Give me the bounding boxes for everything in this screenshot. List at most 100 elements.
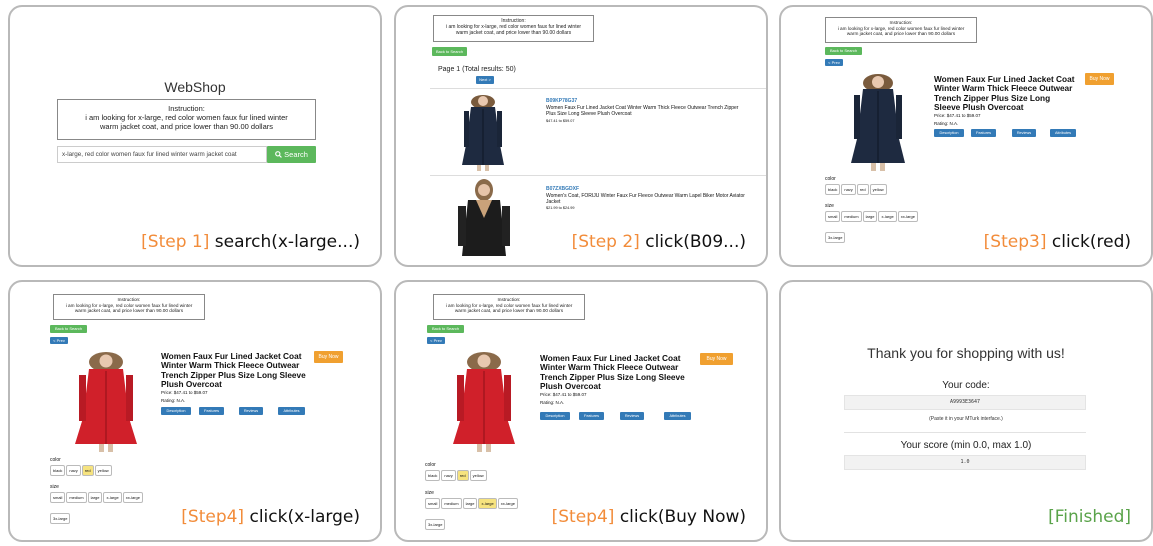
size-option-x-large[interactable]: x-large: [478, 498, 497, 509]
color-option-navy[interactable]: navy: [841, 184, 856, 195]
tab-reviews[interactable]: Reviews: [239, 407, 263, 415]
product-title: Women Faux Fur Lined Jacket Coat Winter …: [934, 74, 1075, 112]
color-options: black navy red yellow: [825, 184, 1015, 202]
step-tag: [Step4]: [551, 507, 615, 527]
tab-attributes[interactable]: Attributes: [278, 407, 305, 415]
code-label: Your code:: [942, 380, 990, 391]
size-option-3x-large[interactable]: 3x-large: [425, 519, 446, 530]
panel-step4-buy: Instruction: i am looking for x-large, r…: [394, 280, 768, 542]
page-info: Page 1 (Total results: 50): [438, 66, 516, 73]
color-option-red[interactable]: red: [81, 465, 94, 476]
color-option-red[interactable]: red: [456, 470, 469, 481]
tab-attributes[interactable]: Attributes: [664, 412, 691, 420]
result-asin-link[interactable]: B09KP78G37: [546, 98, 577, 104]
step-caption: [Step4] click(x-large): [181, 507, 360, 527]
color-option-yellow[interactable]: yellow: [469, 470, 487, 481]
prev-button[interactable]: < Prev: [825, 59, 843, 66]
result-asin-link[interactable]: B07ZXBGDXF: [546, 186, 579, 192]
magnifier-icon: [275, 151, 282, 158]
result-title: Women's Coat, FORIJU Winter Faux Fur Fle…: [546, 193, 745, 205]
thank-you-heading: Thank you for shopping with us!: [867, 345, 1065, 361]
result-price: $21.99 to $24.99: [546, 206, 575, 210]
tab-reviews[interactable]: Reviews: [620, 412, 644, 420]
tab-description[interactable]: Description: [161, 407, 191, 415]
size-option-medium[interactable]: medium: [841, 211, 862, 222]
size-options: small medium large x-large xx-large 3x-large: [825, 211, 935, 247]
instruction-line2: warm jacket coat, and price lower than 9…: [454, 308, 564, 314]
next-button[interactable]: Next >: [476, 76, 494, 84]
size-option-small[interactable]: small: [425, 498, 441, 509]
back-to-search-button[interactable]: Back to Search: [50, 325, 87, 333]
step-caption: [Finished]: [1048, 507, 1131, 527]
color-option-black[interactable]: black: [425, 470, 441, 481]
buy-now-button[interactable]: Buy Now: [1085, 73, 1114, 85]
color-option-black[interactable]: black: [825, 184, 841, 195]
tab-description[interactable]: Description: [540, 412, 570, 420]
size-option-medium[interactable]: medium: [66, 492, 87, 503]
tab-features[interactable]: Features: [579, 412, 604, 420]
size-options: small medium large x-large xx-large 3x-large: [50, 492, 160, 528]
result-price: $47.41 to $59.07: [546, 119, 575, 123]
instruction-title: Instruction:: [168, 104, 205, 113]
code-value: A9993E3647: [949, 399, 981, 405]
size-option-x-large[interactable]: x-large: [103, 492, 122, 503]
size-option-3x-large[interactable]: 3x-large: [50, 513, 71, 524]
size-option-small[interactable]: small: [825, 211, 841, 222]
search-button[interactable]: Search: [267, 146, 316, 163]
size-option-medium[interactable]: medium: [441, 498, 462, 509]
instruction-line1: i am looking for x-large, red color wome…: [85, 113, 288, 122]
search-input-value: x-large, red color women faux fur lined …: [62, 151, 237, 158]
red-coat-image: [453, 352, 515, 452]
step-action: search(x-large...): [214, 232, 360, 252]
step-tag: [Step4]: [181, 507, 245, 527]
size-option-x-large[interactable]: x-large: [878, 211, 897, 222]
size-option-small[interactable]: small: [50, 492, 66, 503]
size-option-large[interactable]: large: [862, 211, 878, 222]
product-title: Women Faux Fur Lined Jacket Coat Winter …: [161, 351, 306, 389]
product-price: Price: $47.41 to $59.07: [161, 390, 208, 395]
navy-coat-image: [851, 74, 905, 171]
back-to-search-button[interactable]: Back to Search: [432, 47, 467, 56]
tab-description[interactable]: Description: [934, 129, 964, 137]
color-option-red[interactable]: red: [856, 184, 869, 195]
tab-reviews[interactable]: Reviews: [1012, 129, 1036, 137]
buy-now-button[interactable]: Buy Now: [700, 353, 733, 365]
result-item[interactable]: B09KP78G37 Women Faux Fur Lined Jacket C…: [430, 89, 766, 174]
step-action: click(Buy Now): [619, 507, 746, 527]
color-option-yellow[interactable]: yellow: [94, 465, 112, 476]
product-rating: Rating: N.A.: [161, 398, 186, 403]
buy-now-button[interactable]: Buy Now: [314, 351, 343, 363]
size-option-3x-large[interactable]: 3x-large: [825, 232, 846, 243]
instruction-box: Instruction: i am looking for x-large, r…: [433, 294, 585, 320]
size-option-large[interactable]: large: [87, 492, 103, 503]
step-action: click(red): [1051, 232, 1131, 252]
instruction-box: Instruction: i am looking for x-large, r…: [53, 294, 205, 320]
color-option-navy[interactable]: navy: [66, 465, 81, 476]
score-label: Your score (min 0.0, max 1.0): [900, 440, 1032, 451]
divider: [844, 432, 1086, 433]
color-label: color: [50, 457, 61, 463]
panel-step1-search: WebShop Instruction: i am looking for x-…: [8, 5, 382, 267]
prev-button[interactable]: < Prev: [427, 337, 445, 344]
tab-features[interactable]: Features: [199, 407, 224, 415]
back-to-search-button[interactable]: Back to Search: [427, 325, 464, 333]
prev-button[interactable]: < Prev: [50, 337, 68, 344]
size-option-xx-large[interactable]: xx-large: [897, 211, 918, 222]
size-option-xx-large[interactable]: xx-large: [122, 492, 143, 503]
instruction-box: Instruction: i am looking for x-large, r…: [433, 15, 594, 42]
color-option-black[interactable]: black: [50, 465, 66, 476]
step-tag: [Step 2]: [571, 232, 640, 252]
tab-features[interactable]: Features: [971, 129, 996, 137]
code-box[interactable]: A9993E3647: [844, 395, 1086, 410]
size-option-xx-large[interactable]: xx-large: [497, 498, 518, 509]
search-input[interactable]: x-large, red color women faux fur lined …: [57, 146, 267, 163]
step-caption: [Step 2] click(B09...): [572, 232, 746, 252]
size-label: size: [425, 490, 434, 496]
color-option-navy[interactable]: navy: [441, 470, 456, 481]
back-to-search-button[interactable]: Back to Search: [825, 47, 862, 55]
color-option-yellow[interactable]: yellow: [869, 184, 887, 195]
tab-attributes[interactable]: Attributes: [1050, 129, 1076, 137]
color-label: color: [425, 462, 436, 468]
instruction-box: Instruction: i am looking for x-large, r…: [57, 99, 316, 140]
size-option-large[interactable]: large: [462, 498, 478, 509]
